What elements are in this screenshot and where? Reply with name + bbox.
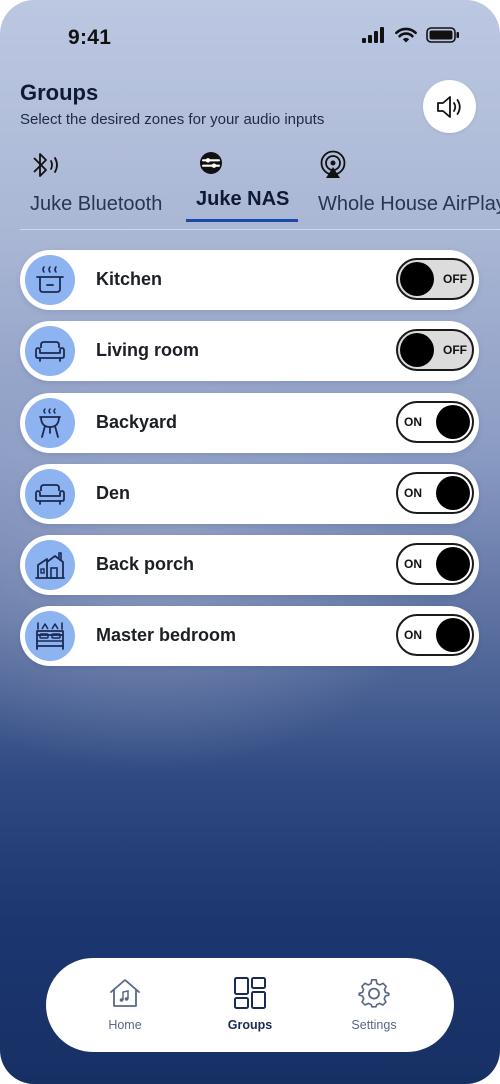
zone-row-den: Den ON (20, 463, 479, 524)
toggle-state-label: OFF (443, 272, 467, 286)
status-bar: 9:41 (0, 0, 500, 76)
nas-storage-icon (200, 152, 222, 174)
zone-toggle[interactable]: OFF (396, 329, 474, 372)
nav-label: Settings (351, 1018, 397, 1032)
bluetooth-audio-icon (33, 153, 58, 177)
zone-icon (25, 397, 75, 448)
zone-icon (25, 611, 75, 662)
page-subtitle: Select the desired zones for your audio … (20, 111, 325, 128)
nav-item-groups[interactable]: Groups (200, 976, 300, 1040)
battery-icon (426, 27, 459, 43)
toggle-state-label: ON (404, 414, 422, 429)
toggle-state-label: OFF (443, 343, 467, 358)
status-time: 9:41 (68, 26, 112, 49)
sofa-icon (35, 483, 65, 505)
toggle-state-label: ON (404, 557, 422, 572)
active-tab-indicator (186, 219, 298, 222)
wifi-icon (395, 27, 417, 43)
tab-label: Juke Bluetooth (30, 193, 163, 215)
status-icons (362, 27, 460, 43)
zone-row-back-porch: Back porch ON (20, 535, 479, 596)
zone-toggle[interactable]: OFF (396, 258, 474, 300)
zone-name: Den (96, 482, 131, 503)
toggle-knob (400, 333, 434, 368)
toggle-state-label: ON (404, 485, 422, 500)
tab-whole-house-airplay[interactable]: Whole House AirPlay (318, 146, 500, 230)
zone-row-master-bedroom: Master bedroom ON (20, 606, 479, 667)
nav-label: Home (108, 1018, 142, 1032)
gear-icon (358, 978, 390, 1008)
zone-list: Kitchen OFF Living room OFF Backyard ON … (20, 250, 479, 678)
nav-label: Groups (227, 1018, 273, 1032)
zone-toggle[interactable]: ON (396, 543, 474, 586)
zone-toggle[interactable]: ON (396, 614, 474, 657)
nav-item-settings[interactable]: Settings (324, 976, 424, 1040)
source-tabs: Juke Bluetooth Juke NAS Whole House AirP… (0, 146, 500, 230)
speaker-volume-icon (436, 95, 461, 118)
zone-name: Master bedroom (96, 625, 237, 646)
zone-toggle[interactable]: ON (396, 400, 474, 443)
house-porch-icon (35, 552, 65, 580)
toggle-knob (400, 262, 434, 296)
cooking-pot-icon (36, 266, 64, 293)
zone-name: Living room (96, 340, 199, 361)
toggle-knob (436, 404, 470, 439)
zone-row-kitchen: Kitchen OFF (20, 250, 479, 310)
tabs-divider (20, 229, 500, 230)
toggle-knob (436, 475, 470, 510)
bottom-nav: Home Groups Settings (46, 958, 454, 1052)
tab-juke-nas[interactable]: Juke NAS (196, 146, 306, 230)
bed-icon (36, 622, 64, 651)
volume-button[interactable] (423, 80, 476, 133)
nav-item-home[interactable]: Home (75, 976, 175, 1040)
toggle-knob (436, 547, 470, 582)
zone-row-living-room: Living room OFF (20, 321, 479, 382)
tab-label: Juke NAS (196, 188, 290, 210)
cellular-signal-icon (362, 27, 384, 43)
zone-icon (25, 468, 75, 519)
sofa-icon (35, 341, 65, 363)
zone-name: Backyard (96, 411, 178, 432)
zone-row-backyard: Backyard ON (20, 392, 479, 453)
zone-icon (25, 326, 75, 377)
grill-icon (39, 407, 61, 438)
home-icon (110, 979, 140, 1007)
zone-name: Kitchen (96, 269, 163, 289)
page-title: Groups (20, 80, 99, 105)
zone-toggle[interactable]: ON (396, 471, 474, 514)
tab-juke-bluetooth[interactable]: Juke Bluetooth (30, 146, 180, 230)
toggle-knob (436, 618, 470, 653)
phone-screen: 9:41 Groups Select the desired zones for… (0, 0, 500, 1084)
groups-grid-icon (234, 977, 266, 1009)
toggle-state-label: ON (404, 628, 422, 643)
zone-icon (25, 540, 75, 591)
tab-label: Whole House AirPlay (318, 193, 500, 215)
zone-name: Back porch (96, 554, 195, 575)
zone-icon (25, 255, 75, 305)
airplay-icon (320, 150, 346, 178)
